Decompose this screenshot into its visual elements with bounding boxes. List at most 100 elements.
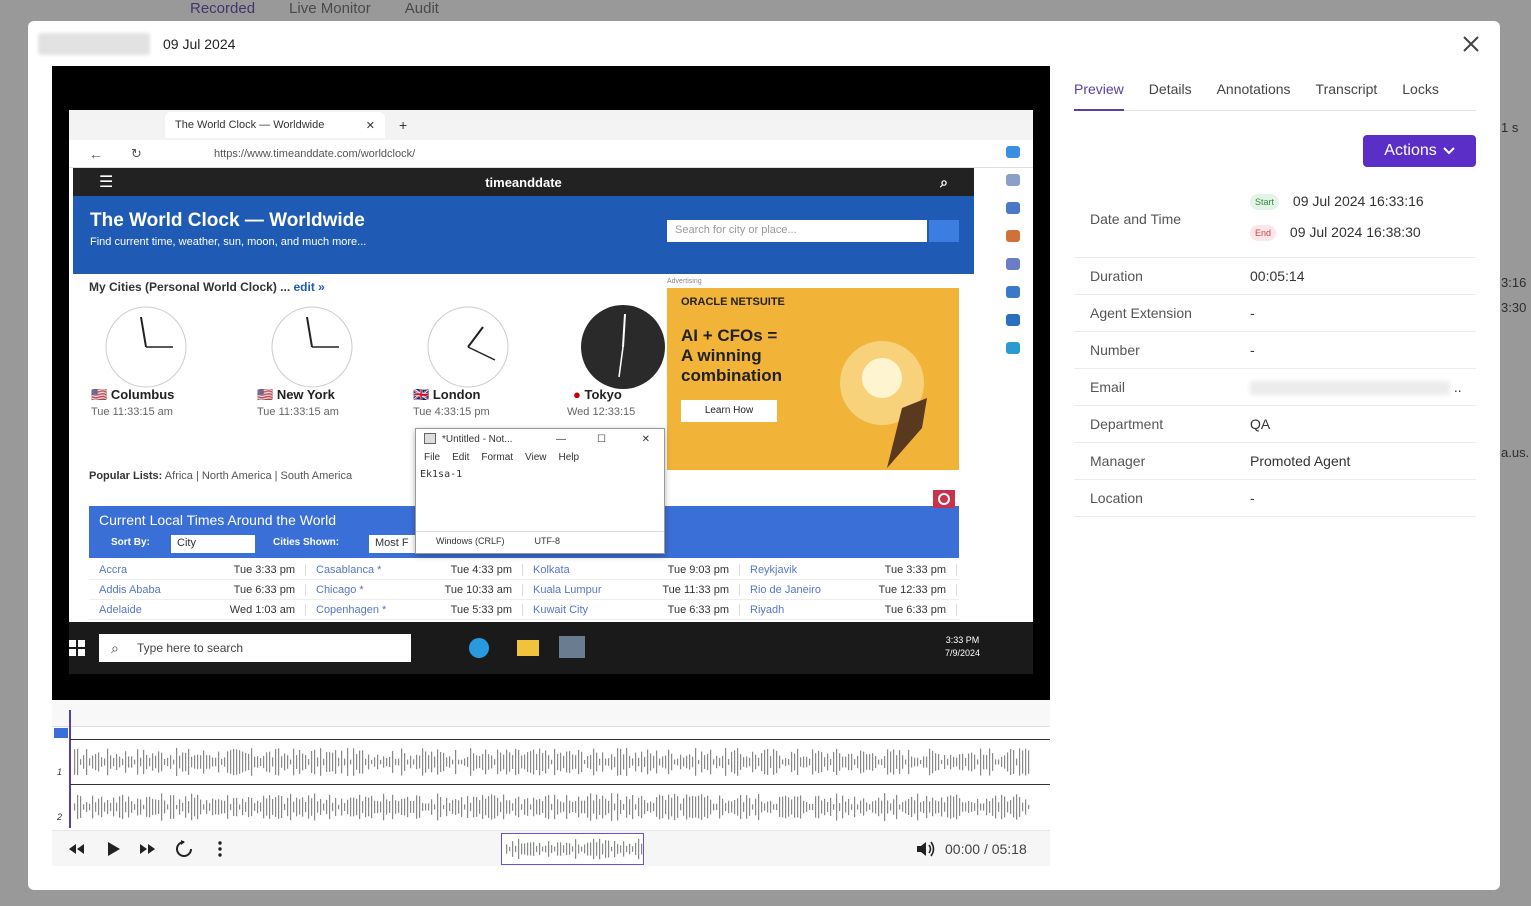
notepad-menu-item: Format: [481, 451, 514, 463]
playhead-marker[interactable]: [54, 728, 68, 738]
waveform-bar: [317, 801, 319, 813]
tag-icon: [1006, 202, 1020, 214]
waveform-area[interactable]: 1 2: [52, 700, 1050, 830]
waveform-bar: [896, 794, 898, 820]
waveform-bar: [956, 794, 958, 820]
waveform-bar: [275, 749, 277, 775]
waveform-bar: [662, 795, 664, 819]
waveform-bar: [743, 757, 745, 767]
waveform-bar: [296, 755, 298, 769]
waveform-bar: [887, 749, 889, 775]
advertisement: ORACLE NETSUITE AI + CFOs = A winning co…: [667, 288, 959, 470]
rewind-icon[interactable]: [66, 839, 86, 859]
ad-line: AI + CFOs =: [681, 326, 778, 345]
notepad-encoding: UTF-8: [534, 535, 561, 546]
waveform-bar: [704, 755, 706, 769]
waveform-bar: [578, 796, 580, 818]
waveform-bar: [227, 795, 229, 819]
waveform-bar: [626, 846, 628, 852]
waveform-bar: [602, 843, 604, 855]
waveform-bar: [440, 796, 442, 818]
waveform-bar: [563, 845, 565, 853]
waveform-bar: [731, 751, 733, 773]
tab-transcript[interactable]: Transcript: [1316, 79, 1378, 111]
tab-details[interactable]: Details: [1149, 79, 1192, 111]
waveform-bar: [98, 752, 100, 772]
waveform-bar: [605, 758, 607, 766]
waveform-bar: [455, 799, 457, 815]
waveform-bar: [803, 800, 805, 814]
actions-label: Actions: [1384, 142, 1437, 159]
table-cell: Reykjavik Tue 3:33 pm: [740, 563, 957, 576]
waveform-bar: [293, 748, 295, 776]
waveform-bar: [908, 798, 910, 816]
waveform-bar: [434, 804, 436, 810]
waveform-bar: [512, 803, 514, 811]
waveform-bar: [926, 795, 928, 819]
play-icon[interactable]: [103, 839, 123, 859]
close-icon[interactable]: [1460, 33, 1482, 55]
waveform-bar: [749, 757, 751, 767]
notepad-text: Ek1sa-1: [420, 469, 463, 480]
tab-locks[interactable]: Locks: [1402, 79, 1439, 111]
waveform-bar: [524, 799, 526, 815]
waveform-bar: [635, 804, 637, 810]
waveform-bar: [707, 795, 709, 819]
waveform-bar: [206, 755, 208, 769]
waveform-channel-1: [74, 747, 1030, 777]
end-value: 09 Jul 2024 16:38:30: [1289, 224, 1421, 240]
tab-preview[interactable]: Preview: [1074, 79, 1124, 111]
waveform-bar: [314, 749, 316, 775]
city-name: 🇬🇧 London: [413, 387, 481, 402]
detail-label: Number: [1090, 342, 1140, 358]
waveform-bar: [158, 751, 160, 773]
site-name: timeanddate: [485, 174, 562, 190]
waveform-bar: [869, 804, 871, 810]
waveform-bar: [773, 804, 775, 810]
waveform-bar: [107, 748, 109, 776]
detail-label: Department: [1090, 416, 1164, 432]
waveform-bar: [149, 796, 151, 818]
waveform-bar: [917, 757, 919, 767]
waveform-bar: [308, 795, 310, 819]
sort-select: City: [171, 535, 255, 553]
waveform-bar: [938, 754, 940, 770]
waveform-bar: [242, 751, 244, 773]
waveform-bar: [803, 756, 805, 768]
waveform-bar: [242, 798, 244, 816]
waveform-bar: [557, 753, 559, 771]
waveform-bar: [359, 794, 361, 820]
video-player[interactable]: The World Clock — Worldwide ✕ + ← ↻ http…: [52, 66, 1050, 700]
waveform-bar: [572, 802, 574, 812]
waveform-bar: [347, 799, 349, 815]
waveform-overview[interactable]: [501, 833, 644, 865]
waveform-bar: [944, 802, 946, 812]
waveform-bar: [482, 794, 484, 820]
volume-icon[interactable]: [915, 839, 935, 859]
waveform-bar: [845, 756, 847, 768]
waveform-bar: [809, 803, 811, 811]
cities-shown-select: Most F: [369, 535, 415, 553]
waveform-bar: [611, 793, 613, 821]
waveform-bar: [683, 798, 685, 816]
actions-button[interactable]: Actions: [1363, 135, 1476, 167]
more-options-icon[interactable]: [210, 839, 230, 859]
replay-icon[interactable]: [174, 839, 194, 859]
waveform-bar: [839, 803, 841, 811]
tab-annotations[interactable]: Annotations: [1217, 79, 1291, 111]
table-row: Accra Tue 3:33 pm Casablanca * Tue 4:33 pm…: [89, 560, 959, 580]
end-badge: End: [1250, 225, 1277, 242]
waveform-bar: [962, 802, 964, 812]
waveform-bar: [374, 800, 376, 814]
waveform-bar: [80, 796, 82, 818]
waveform-bar: [377, 800, 379, 814]
waveform-bar: [386, 799, 388, 815]
waveform-bar: [260, 758, 262, 766]
waveform-bar: [752, 751, 754, 773]
email-ellipsis: ..: [1453, 378, 1462, 395]
waveform-bar: [341, 798, 343, 816]
waveform-bar: [428, 755, 430, 769]
fast-forward-icon[interactable]: [138, 839, 158, 859]
waveform-bar: [536, 754, 538, 770]
timeline-ruler[interactable]: [52, 700, 1050, 727]
